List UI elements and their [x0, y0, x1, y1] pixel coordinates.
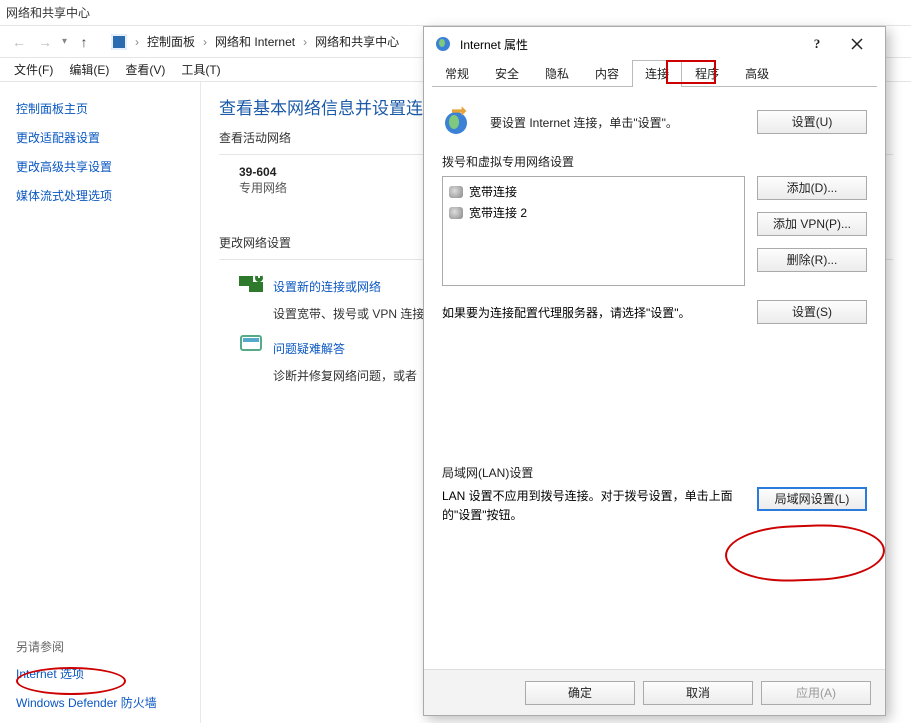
ok-button[interactable]: 确定	[525, 681, 635, 705]
troubleshoot-title: 问题疑难解答	[273, 334, 345, 363]
tab-programs[interactable]: 程序	[682, 60, 732, 87]
tab-connections[interactable]: 连接	[632, 60, 682, 87]
window-title: 网络和共享中心	[6, 4, 90, 21]
dialog-footer: 确定 取消 应用(A)	[424, 669, 885, 715]
dial-item[interactable]: 宽带连接	[449, 181, 738, 202]
tab-advanced[interactable]: 高级	[732, 60, 782, 87]
menu-file[interactable]: 文件(F)	[8, 59, 59, 80]
see-also-internet-options[interactable]: Internet 选项	[16, 659, 184, 688]
add-vpn-button[interactable]: 添加 VPN(P)...	[757, 212, 867, 236]
back-button[interactable]: ←	[8, 31, 30, 53]
tab-security[interactable]: 安全	[482, 60, 532, 87]
see-also-label: 另请参阅	[16, 634, 184, 659]
tab-privacy[interactable]: 隐私	[532, 60, 582, 87]
breadcrumb-1[interactable]: 控制面板	[147, 33, 195, 50]
breadcrumb-sep: ›	[131, 35, 143, 49]
dial-group-label: 拨号和虚拟专用网络设置	[442, 153, 867, 170]
internet-properties-dialog: Internet 属性 ? 常规 安全 隐私 内容 连接 程序 高级 要设置 I…	[423, 26, 886, 716]
close-button[interactable]	[837, 29, 877, 59]
lan-settings-button[interactable]: 局域网设置(L)	[757, 487, 867, 511]
menu-edit[interactable]: 编辑(E)	[63, 59, 115, 80]
dialog-titlebar: Internet 属性 ?	[424, 27, 885, 61]
dialog-title: Internet 属性	[460, 36, 528, 53]
sidebar-item-sharing[interactable]: 更改高级共享设置	[16, 152, 184, 181]
see-also-section: 另请参阅 Internet 选项 Windows Defender 防火墙	[16, 634, 184, 717]
window-titlebar: 网络和共享中心	[0, 0, 911, 26]
modem-icon	[449, 186, 463, 198]
history-dropdown[interactable]: ▾	[60, 36, 69, 47]
sidebar: 控制面板主页 更改适配器设置 更改高级共享设置 媒体流式处理选项 另请参阅 In…	[0, 82, 200, 723]
setup-button[interactable]: 设置(U)	[757, 110, 867, 134]
dial-list[interactable]: 宽带连接 宽带连接 2	[442, 176, 745, 286]
menu-view[interactable]: 查看(V)	[119, 59, 171, 80]
lan-text: LAN 设置不应用到拨号连接。对于拨号设置，单击上面的"设置"按钮。	[442, 487, 745, 525]
troubleshoot-icon	[239, 334, 263, 356]
tab-strip: 常规 安全 隐私 内容 连接 程序 高级	[432, 61, 877, 87]
see-also-defender[interactable]: Windows Defender 防火墙	[16, 688, 184, 717]
globe-icon	[434, 35, 452, 53]
dial-item[interactable]: 宽带连接 2	[449, 202, 738, 223]
tab-general[interactable]: 常规	[432, 60, 482, 87]
up-button[interactable]: ↑	[73, 31, 95, 53]
lan-group-label: 局域网(LAN)设置	[442, 464, 867, 481]
menu-tools[interactable]: 工具(T)	[175, 59, 226, 80]
settings-button[interactable]: 设置(S)	[757, 300, 867, 324]
globe-arrow-icon	[442, 105, 476, 139]
setup-connection-title: 设置新的连接或网络	[273, 272, 381, 301]
cancel-button[interactable]: 取消	[643, 681, 753, 705]
sidebar-item-media[interactable]: 媒体流式处理选项	[16, 181, 184, 210]
tab-content[interactable]: 内容	[582, 60, 632, 87]
proxy-text: 如果要为连接配置代理服务器，请选择"设置"。	[442, 304, 745, 321]
annotation-circle-lan-settings	[724, 522, 886, 584]
breadcrumb-2[interactable]: 网络和 Internet	[215, 33, 295, 50]
sidebar-item-home[interactable]: 控制面板主页	[16, 94, 184, 123]
modem-icon	[449, 207, 463, 219]
setup-connection-icon	[239, 272, 263, 294]
control-panel-icon	[111, 34, 127, 50]
apply-button[interactable]: 应用(A)	[761, 681, 871, 705]
dialog-body: 要设置 Internet 连接，单击"设置"。 设置(U) 拨号和虚拟专用网络设…	[424, 87, 885, 669]
breadcrumb-3[interactable]: 网络和共享中心	[315, 33, 399, 50]
remove-button[interactable]: 删除(R)...	[757, 248, 867, 272]
add-button[interactable]: 添加(D)...	[757, 176, 867, 200]
forward-button[interactable]: →	[34, 31, 56, 53]
setup-text: 要设置 Internet 连接，单击"设置"。	[490, 114, 743, 131]
help-button[interactable]: ?	[797, 29, 837, 59]
sidebar-item-adapter[interactable]: 更改适配器设置	[16, 123, 184, 152]
